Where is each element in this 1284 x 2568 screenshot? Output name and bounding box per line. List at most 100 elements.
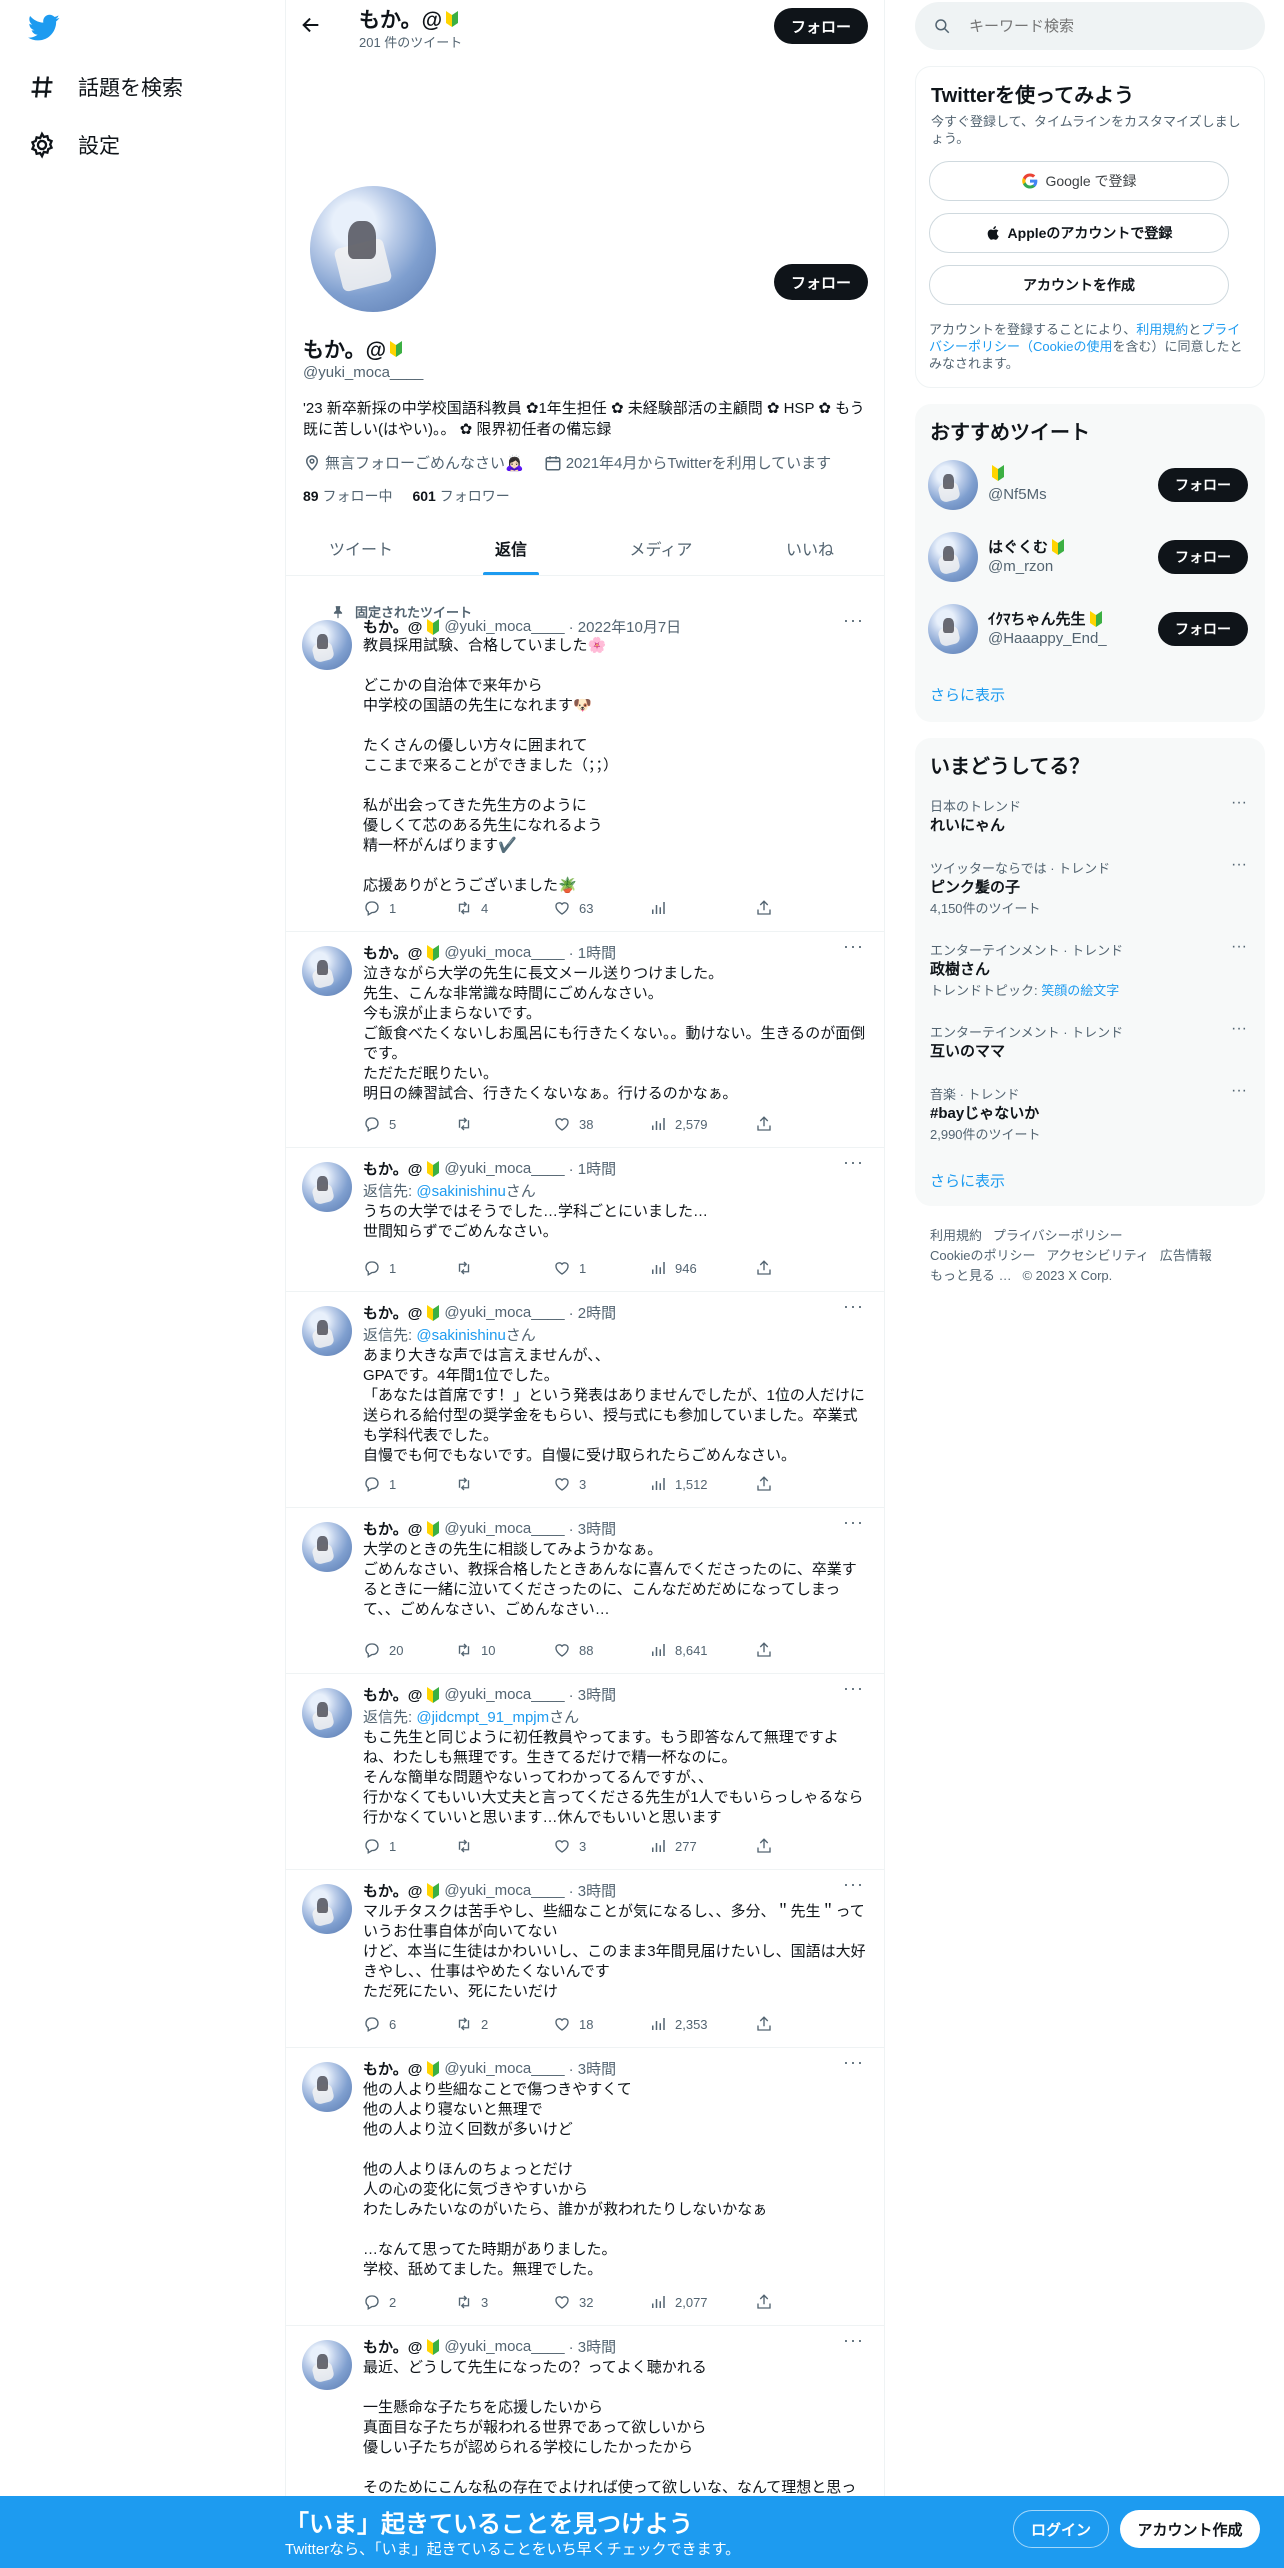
share-button[interactable] bbox=[755, 1114, 773, 1134]
profile-avatar[interactable] bbox=[306, 182, 440, 316]
more-icon[interactable]: ··· bbox=[1231, 938, 1247, 956]
tweet-avatar[interactable] bbox=[302, 1884, 352, 1934]
retweet-button[interactable] bbox=[455, 1836, 481, 1856]
tweet-avatar[interactable] bbox=[302, 2062, 352, 2112]
create-account-button[interactable]: アカウントを作成 bbox=[929, 265, 1229, 305]
tweet-handle[interactable]: @yuki_moca____ bbox=[444, 1686, 564, 1703]
tweet-handle[interactable]: @yuki_moca____ bbox=[444, 1160, 564, 1177]
tweet[interactable]: 固定されたツイート もか。@ @yuki_moca____ · 2022年10月7日 ·… bbox=[286, 596, 884, 932]
views-button[interactable]: 946 bbox=[649, 1258, 697, 1278]
terms-link[interactable]: 利用規約 bbox=[1136, 322, 1188, 337]
following-link[interactable]: 89 フォロー中 bbox=[303, 486, 392, 506]
like-button[interactable]: 32 bbox=[553, 2292, 593, 2312]
tweet-author[interactable]: もか。@ bbox=[363, 2058, 422, 2079]
share-button[interactable] bbox=[755, 1836, 773, 1856]
search-input[interactable] bbox=[969, 17, 1229, 35]
trends-more-link[interactable]: さらに表示 bbox=[930, 1170, 1005, 1191]
more-icon[interactable]: ··· bbox=[1231, 856, 1247, 874]
reply-button[interactable]: 1 bbox=[363, 898, 396, 918]
tweet-avatar[interactable] bbox=[302, 1522, 352, 1572]
like-button[interactable]: 18 bbox=[553, 2014, 593, 2034]
share-button[interactable] bbox=[755, 2292, 773, 2312]
retweet-button[interactable]: 4 bbox=[455, 898, 488, 918]
tweet-author[interactable]: もか。@ bbox=[363, 1518, 422, 1539]
reply-button[interactable]: 5 bbox=[363, 1114, 396, 1134]
views-button[interactable]: 2,077 bbox=[649, 2292, 708, 2312]
tweet[interactable]: もか。@ @yuki_moca____ · 1時間 ··· 返信先: @sakinish… bbox=[286, 1148, 884, 1292]
retweet-button[interactable]: 3 bbox=[455, 2292, 488, 2312]
retweet-button[interactable]: 10 bbox=[455, 1640, 495, 1660]
tweet-handle[interactable]: @yuki_moca____ bbox=[444, 2060, 564, 2077]
tweet-handle[interactable]: @yuki_moca____ bbox=[444, 944, 564, 961]
tweet-author[interactable]: もか。@ bbox=[363, 1302, 422, 1323]
more-icon[interactable]: ··· bbox=[843, 1512, 864, 1533]
recommend-follow-button[interactable]: フォロー bbox=[1158, 612, 1248, 646]
tweet-handle[interactable]: @yuki_moca____ bbox=[444, 2338, 564, 2355]
tweet-handle[interactable]: @yuki_moca____ bbox=[444, 1304, 564, 1321]
tweet-avatar[interactable] bbox=[302, 620, 352, 670]
more-icon[interactable]: ··· bbox=[843, 1678, 864, 1699]
google-signup-button[interactable]: Google で登録 bbox=[929, 161, 1229, 201]
like-button[interactable]: 38 bbox=[553, 1114, 593, 1134]
nav-settings[interactable]: 設定 bbox=[28, 130, 120, 160]
tweet-author[interactable]: もか。@ bbox=[363, 616, 422, 637]
like-button[interactable]: 3 bbox=[553, 1474, 586, 1494]
signup-button[interactable]: アカウント作成 bbox=[1120, 2510, 1260, 2548]
views-button[interactable]: 2,579 bbox=[649, 1114, 708, 1134]
tweet-avatar[interactable] bbox=[302, 1306, 352, 1356]
share-button[interactable] bbox=[755, 1640, 773, 1660]
tweet-author[interactable]: もか。@ bbox=[363, 2336, 422, 2357]
tweet-avatar[interactable] bbox=[302, 946, 352, 996]
tweet-time[interactable]: · 3時間 bbox=[569, 2058, 617, 2079]
more-icon[interactable]: ··· bbox=[1231, 1082, 1247, 1100]
tweet[interactable]: もか。@ @yuki_moca____ · 3時間 ··· 返信先: @jidcmpt_… bbox=[286, 1674, 884, 1870]
tweet-time[interactable]: · 3時間 bbox=[569, 1880, 617, 1901]
search-bar[interactable] bbox=[915, 2, 1265, 50]
more-icon[interactable]: ··· bbox=[843, 1874, 864, 1895]
recommend-avatar[interactable] bbox=[928, 604, 978, 654]
more-icon[interactable]: ··· bbox=[843, 610, 864, 631]
tweet-handle[interactable]: @yuki_moca____ bbox=[444, 1520, 564, 1537]
more-icon[interactable]: ··· bbox=[1231, 794, 1247, 812]
tweet-avatar[interactable] bbox=[302, 2340, 352, 2390]
tweet-time[interactable]: · 1時間 bbox=[569, 1158, 617, 1179]
reply-to-link[interactable]: @sakinishinu bbox=[416, 1327, 505, 1344]
reply-button[interactable]: 6 bbox=[363, 2014, 396, 2034]
share-button[interactable] bbox=[755, 2014, 773, 2034]
retweet-button[interactable] bbox=[455, 1258, 481, 1278]
recommend-avatar[interactable] bbox=[928, 460, 978, 510]
reply-button[interactable]: 1 bbox=[363, 1836, 396, 1856]
recommend-more-link[interactable]: さらに表示 bbox=[930, 684, 1005, 705]
like-button[interactable]: 1 bbox=[553, 1258, 586, 1278]
footer-link[interactable]: Cookieのポリシー bbox=[930, 1248, 1035, 1263]
recommend-avatar[interactable] bbox=[928, 532, 978, 582]
views-button[interactable]: 1,512 bbox=[649, 1474, 708, 1494]
login-button[interactable]: ログイン bbox=[1013, 2510, 1109, 2548]
like-button[interactable]: 88 bbox=[553, 1640, 593, 1660]
views-button[interactable]: 277 bbox=[649, 1836, 697, 1856]
retweet-button[interactable] bbox=[455, 1474, 481, 1494]
footer-link[interactable]: アクセシビリティ bbox=[1046, 1248, 1149, 1263]
footer-link[interactable]: もっと見る … bbox=[930, 1268, 1012, 1283]
reply-button[interactable]: 1 bbox=[363, 1474, 396, 1494]
more-icon[interactable]: ··· bbox=[1231, 1020, 1247, 1038]
recommend-follow-button[interactable]: フォロー bbox=[1158, 468, 1248, 502]
reply-to-link[interactable]: @sakinishinu bbox=[416, 1183, 505, 1200]
tweet-time[interactable]: · 3時間 bbox=[569, 2336, 617, 2357]
tweet-time[interactable]: · 2022年10月7日 bbox=[569, 616, 682, 637]
tab-tweets[interactable]: ツイート bbox=[286, 520, 436, 576]
nav-explore[interactable]: 話題を検索 bbox=[28, 72, 183, 102]
recommend-follow-button[interactable]: フォロー bbox=[1158, 540, 1248, 574]
tweet-handle[interactable]: @yuki_moca____ bbox=[444, 618, 564, 635]
share-button[interactable] bbox=[755, 898, 773, 918]
reply-button[interactable]: 1 bbox=[363, 1258, 396, 1278]
reply-button[interactable]: 20 bbox=[363, 1640, 403, 1660]
tweet-author[interactable]: もか。@ bbox=[363, 1684, 422, 1705]
tweet-avatar[interactable] bbox=[302, 1688, 352, 1738]
footer-link[interactable]: 利用規約 bbox=[930, 1228, 982, 1243]
followers-link[interactable]: 601 フォロワー bbox=[412, 486, 509, 506]
tweet-author[interactable]: もか。@ bbox=[363, 942, 422, 963]
tweet[interactable]: もか。@ @yuki_moca____ · 1時間 ··· 泣きながら大学の先生に長文メ… bbox=[286, 932, 884, 1148]
footer-link[interactable]: プライバシーポリシー bbox=[993, 1228, 1123, 1243]
retweet-button[interactable]: 2 bbox=[455, 2014, 488, 2034]
